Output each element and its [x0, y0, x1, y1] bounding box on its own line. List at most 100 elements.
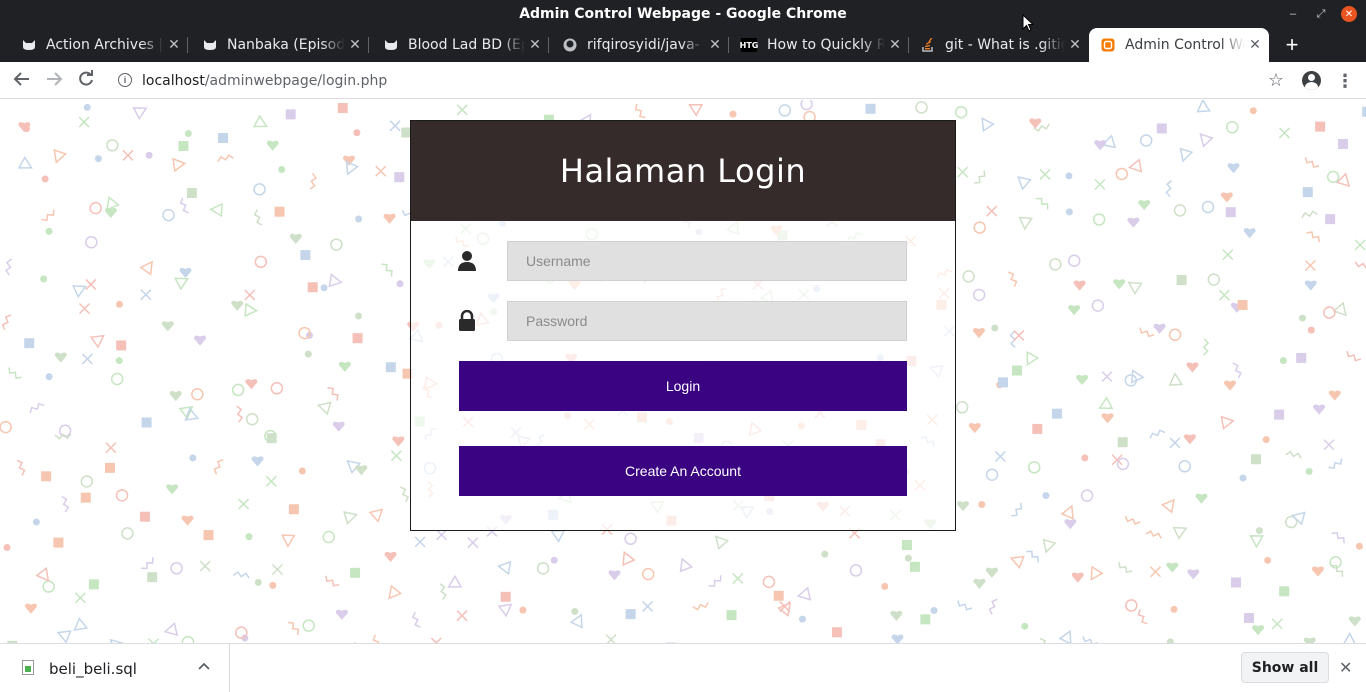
pattern-shape [236, 405, 244, 423]
username-input[interactable] [507, 241, 907, 281]
pattern-shape [1067, 254, 1081, 267]
pattern-shape [392, 436, 405, 447]
pattern-shape [179, 267, 192, 279]
tab-htg[interactable]: HTG How to Quickly Remove ✕ [729, 28, 909, 62]
pattern-shape [1116, 457, 1130, 471]
pattern-shape [1239, 474, 1247, 482]
pattern-shape [1271, 618, 1283, 630]
pattern-shape [800, 100, 813, 111]
download-item[interactable]: beli_beli.sql [0, 644, 230, 692]
kebab-menu-icon[interactable]: ⋮ [1336, 70, 1354, 92]
pattern-shape [1225, 207, 1236, 218]
pattern-shape [1009, 555, 1025, 570]
pattern-shape [831, 627, 842, 638]
bookmark-star-icon[interactable]: ☆ [1268, 70, 1284, 91]
page-icon [1101, 38, 1115, 52]
pattern-shape [309, 172, 317, 190]
pattern-shape [1354, 239, 1366, 251]
pattern-shape [353, 129, 361, 137]
pattern-shape [106, 139, 119, 152]
new-tab-button[interactable]: + [1281, 32, 1303, 58]
pattern-shape [973, 578, 986, 589]
pattern-shape [231, 300, 244, 311]
pattern-shape [1224, 380, 1237, 391]
close-window-button[interactable]: ✕ [1341, 6, 1357, 22]
close-tab-icon[interactable]: ✕ [1065, 37, 1085, 53]
pattern-shape [390, 450, 402, 462]
pattern-shape [304, 350, 312, 358]
pattern-shape [986, 205, 998, 217]
login-button[interactable]: Login [459, 361, 907, 411]
pattern-shape [1073, 280, 1086, 291]
forward-arrow-icon [47, 72, 63, 86]
pattern-shape [972, 288, 986, 302]
pattern-shape [384, 551, 397, 563]
tab-admin-control[interactable]: Admin Control Webpage ✕ [1089, 28, 1269, 62]
pattern-shape [920, 614, 931, 625]
profile-avatar-icon[interactable] [1302, 71, 1321, 90]
pattern-shape [1166, 562, 1179, 573]
pattern-shape [61, 495, 70, 513]
pattern-shape [954, 105, 968, 119]
tab-git-gitignore[interactable]: git - What is .gitignore ✕ [909, 28, 1089, 62]
pattern-shape [1285, 450, 1302, 459]
pattern-shape [1243, 228, 1256, 239]
minimize-button[interactable]: – [1285, 6, 1301, 22]
pattern-shape [1251, 454, 1262, 465]
create-account-button[interactable]: Create An Account [459, 446, 907, 496]
pattern-shape [399, 486, 410, 503]
close-tab-icon[interactable]: ✕ [705, 37, 725, 53]
pattern-shape [1127, 217, 1140, 228]
pattern-shape [147, 572, 158, 583]
password-input[interactable] [507, 301, 907, 341]
close-tab-icon[interactable]: ✕ [1245, 37, 1265, 53]
pattern-shape [1328, 458, 1343, 470]
tab-github[interactable]: rifqirosyidi/java- ✕ [549, 28, 729, 62]
pattern-shape [332, 421, 345, 432]
pattern-shape [634, 103, 646, 119]
pattern-shape [288, 504, 299, 515]
pattern-shape [189, 454, 197, 462]
tab-blood-lad[interactable]: Blood Lad BD (Episode) ✕ [369, 28, 549, 62]
reload-button[interactable] [75, 70, 97, 92]
pattern-shape [17, 155, 33, 169]
pattern-shape [1156, 123, 1167, 134]
pattern-shape [245, 412, 259, 426]
close-tab-icon[interactable]: ✕ [345, 37, 365, 53]
pattern-shape [1012, 365, 1023, 376]
pattern-shape [1220, 415, 1235, 430]
pattern-shape [1092, 213, 1106, 226]
pattern-shape [1201, 200, 1215, 214]
pattern-shape [191, 388, 204, 401]
maximize-button[interactable]: ⤢ [1313, 6, 1329, 22]
show-all-button[interactable]: Show all [1241, 652, 1329, 683]
chevron-up-icon[interactable] [198, 658, 210, 674]
pattern-shape [1264, 556, 1272, 564]
info-icon[interactable]: i [118, 73, 132, 87]
pattern-shape [24, 603, 37, 614]
pattern-shape [1081, 454, 1089, 462]
forward-button[interactable] [43, 70, 65, 92]
back-button[interactable] [11, 70, 33, 92]
pattern-shape [1176, 275, 1187, 286]
pattern-shape [1165, 180, 1172, 198]
tab-action-archives[interactable]: Action Archives | Nanbaka ✕ [0, 28, 188, 62]
pattern-shape [688, 103, 704, 117]
pattern-shape [141, 557, 154, 570]
pattern-shape [289, 233, 302, 244]
tab-nanbaka[interactable]: Nanbaka (Episode 1-25) ✕ [188, 28, 369, 62]
pattern-shape [1307, 326, 1315, 334]
address-bar[interactable]: i localhost/adminwebpage/login.php ☆ [108, 67, 1298, 95]
close-tab-icon[interactable]: ✕ [885, 37, 905, 53]
pattern-shape [1202, 338, 1210, 356]
pattern-shape [519, 606, 527, 614]
pattern-shape [394, 172, 405, 183]
close-tab-icon[interactable]: ✕ [164, 37, 184, 53]
pattern-shape [1323, 439, 1335, 451]
close-shelf-icon[interactable]: ✕ [1339, 658, 1352, 678]
pattern-shape [244, 302, 259, 318]
close-tab-icon[interactable]: ✕ [525, 37, 545, 53]
pattern-shape [271, 563, 283, 575]
pattern-shape [1227, 163, 1240, 174]
login-heading: Halaman Login [411, 121, 955, 221]
